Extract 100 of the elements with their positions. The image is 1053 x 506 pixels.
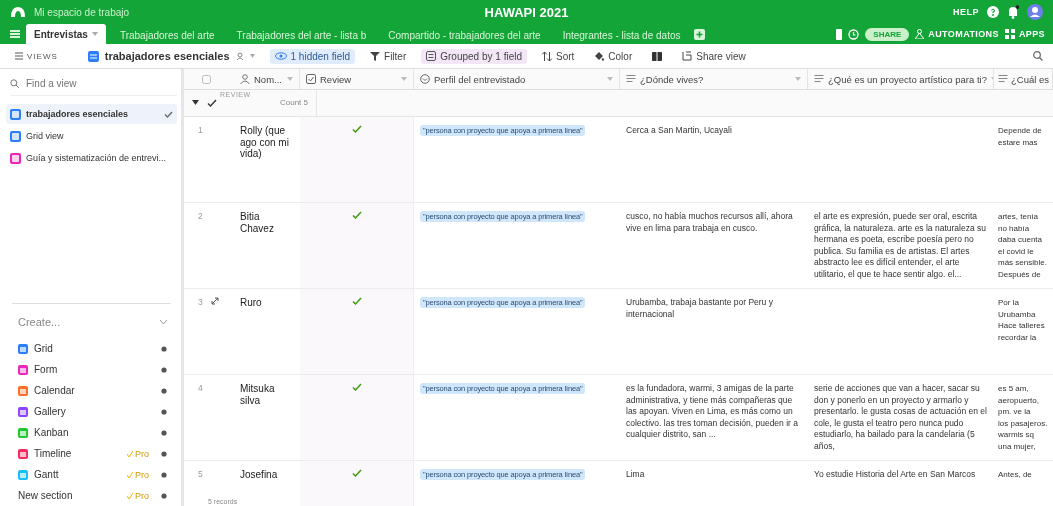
- menu-icon[interactable]: [10, 29, 20, 39]
- create-section-header[interactable]: Create...: [6, 316, 177, 328]
- create-view-item[interactable]: Calendar: [6, 380, 177, 401]
- help-icon[interactable]: [987, 6, 999, 18]
- row-height-icon[interactable]: [652, 51, 663, 61]
- eye-icon[interactable]: [274, 52, 287, 60]
- view-type-icon: [18, 364, 28, 375]
- share-icon[interactable]: [682, 51, 693, 61]
- pro-label: Pro: [127, 490, 149, 501]
- create-view-item[interactable]: Gallery: [6, 401, 177, 422]
- column-header[interactable]: Review: [300, 69, 414, 89]
- view-type-icon: [18, 343, 28, 354]
- paint-bucket-icon[interactable]: [594, 51, 605, 61]
- table-cell-text: es 5 am,: [998, 383, 1030, 395]
- column-header[interactable]: ¿Cuál es: [994, 69, 1053, 89]
- phone-icon[interactable]: [836, 28, 843, 40]
- search-icon[interactable]: [1033, 51, 1043, 61]
- table-cell-text: Por la: [998, 297, 1020, 309]
- check-icon: [127, 492, 133, 499]
- text-lines-icon: [626, 74, 636, 84]
- check-icon: [127, 450, 133, 457]
- collapse-icon[interactable]: [192, 100, 199, 105]
- menu-icon[interactable]: [15, 52, 23, 60]
- table-cell-text: recordar la: [998, 331, 1038, 343]
- table-cell-text: Ruro: [239, 296, 263, 310]
- text-lines-icon: [814, 74, 824, 84]
- text-lines-icon: [998, 74, 1008, 84]
- view-switcher[interactable]: trabajadores esenciales: [82, 48, 260, 64]
- find-view-field[interactable]: Find a view: [24, 76, 158, 90]
- create-view-item[interactable]: Grid: [6, 338, 177, 359]
- column-header[interactable]: Nom...: [234, 69, 300, 89]
- avatar-icon[interactable]: [1027, 4, 1043, 20]
- table-cell-text: Yo estudie Historia del Arte en San Marcos: [814, 469, 977, 481]
- table-cell-text: es la fundadora, warmi, 3 amigas de la parte administrativa, y tiene más compañeras que las apoyan. Viven en Lima, es más como un colectivo. las tres toman decisión, pueden ir a cualquier distrito, san ...: [626, 383, 799, 441]
- share-view-button[interactable]: Share view: [677, 48, 751, 64]
- group-icon[interactable]: [426, 51, 437, 61]
- table-cell-text: Antes, de: [998, 469, 1033, 481]
- table-cell-text: Bitia Chavez: [239, 210, 275, 236]
- table-cell-text: daba cuenta: [998, 234, 1044, 246]
- table-cell-text: Hace talleres: [998, 320, 1046, 332]
- table-cell-text: Urubamba: [998, 308, 1037, 320]
- table-cell-text: Después de: [998, 268, 1042, 280]
- view-type-icon: [18, 469, 28, 480]
- table-cell-text: warmis sq: [998, 429, 1035, 441]
- table-cell-text: Lima: [626, 469, 646, 481]
- view-item[interactable]: Grid view: [6, 126, 177, 146]
- person-icon[interactable]: [915, 29, 925, 39]
- column-header[interactable]: Perfil del entrevistado: [414, 69, 620, 89]
- check-icon: [127, 471, 133, 478]
- bell-icon[interactable]: [1007, 5, 1019, 19]
- view-item[interactable]: trabajadores esenciales: [6, 104, 177, 124]
- table-cell-text: Rolly (que ago con mi vida): [239, 124, 290, 161]
- group-button[interactable]: Grouped by 1 field: [421, 48, 527, 64]
- view-icon: [10, 108, 21, 120]
- table-cell-text: Cerca a San Martin, Ucayali: [626, 125, 733, 137]
- table-cell-text: estare mas: [998, 136, 1039, 148]
- column-header[interactable]: ¿Dónde vives?: [620, 69, 808, 89]
- create-view-item[interactable]: New section Pro: [6, 485, 177, 506]
- table-cell-text: el covid le: [998, 245, 1035, 257]
- table-tab[interactable]: Entrevistas: [26, 24, 106, 44]
- dropdown-icon: [420, 74, 430, 84]
- group-count: Count 5: [279, 98, 308, 107]
- create-view-item[interactable]: Form: [6, 359, 177, 380]
- table-cell-text: Urubamba, trabaja bastante por Peru y internacional: [626, 297, 774, 320]
- table-cell: serie de acciones que van a hacer, sacar su don y ponerlo en un proyecto y armarlo y presentarlo. le gusta cosas de actuación en el cole, le gusta el teatro pero nunca pudo estudiarlo, ha bailado para la candelaria (5 años,: [814, 383, 988, 452]
- table-cell-text: pm. ve la: [998, 406, 1032, 418]
- sort-icon[interactable]: [542, 51, 552, 61]
- expand-icon[interactable]: [210, 297, 219, 305]
- create-view-item[interactable]: Timeline Pro: [6, 443, 177, 464]
- filter-button[interactable]: Filter: [365, 48, 412, 64]
- row-number: 2: [198, 211, 203, 223]
- grid-icon[interactable]: [1004, 29, 1015, 39]
- views-button[interactable]: VIEWS: [10, 49, 63, 63]
- create-view-item[interactable]: Gantt Pro: [6, 464, 177, 485]
- table-cell-text: una mujer,: [998, 440, 1037, 452]
- sort-button[interactable]: Sort: [537, 48, 580, 64]
- table-cell-text: no había: [998, 222, 1031, 234]
- hidden-fields-button[interactable]: 1 hidden field: [269, 48, 356, 64]
- row-number: 3: [198, 297, 203, 309]
- pro-label: Pro: [127, 448, 149, 459]
- column-header[interactable]: ¿Qué es un proyecto artístico para ti?: [808, 69, 994, 89]
- history-icon[interactable]: [848, 28, 860, 40]
- user-icon: [240, 74, 250, 84]
- table-cell-text: los pasajeros.: [998, 417, 1049, 429]
- pro-label: Pro: [127, 469, 149, 480]
- table-cell-text: Mitsuka silva: [239, 382, 276, 408]
- table-cell-text: aeropuerto,: [998, 394, 1040, 406]
- view-item[interactable]: Guía y sistematización de entrevi...: [6, 148, 177, 168]
- person-icon[interactable]: [235, 52, 244, 60]
- filter-icon[interactable]: [370, 51, 381, 61]
- row-number: 5: [198, 469, 203, 481]
- create-view-item[interactable]: Kanban: [6, 422, 177, 443]
- view-type-icon: [18, 427, 28, 438]
- view-icon: [10, 152, 21, 164]
- grid-view-icon[interactable]: [87, 50, 99, 62]
- table-cell-text: Depende de: [998, 125, 1043, 137]
- checkbox-icon[interactable]: [202, 74, 211, 84]
- color-button[interactable]: Color: [589, 48, 638, 64]
- table-cell-text: cusco, no había muchos recursos allí, ahora vive en lima para trabaja en cusco.: [626, 211, 794, 234]
- logo-icon[interactable]: [10, 5, 26, 19]
